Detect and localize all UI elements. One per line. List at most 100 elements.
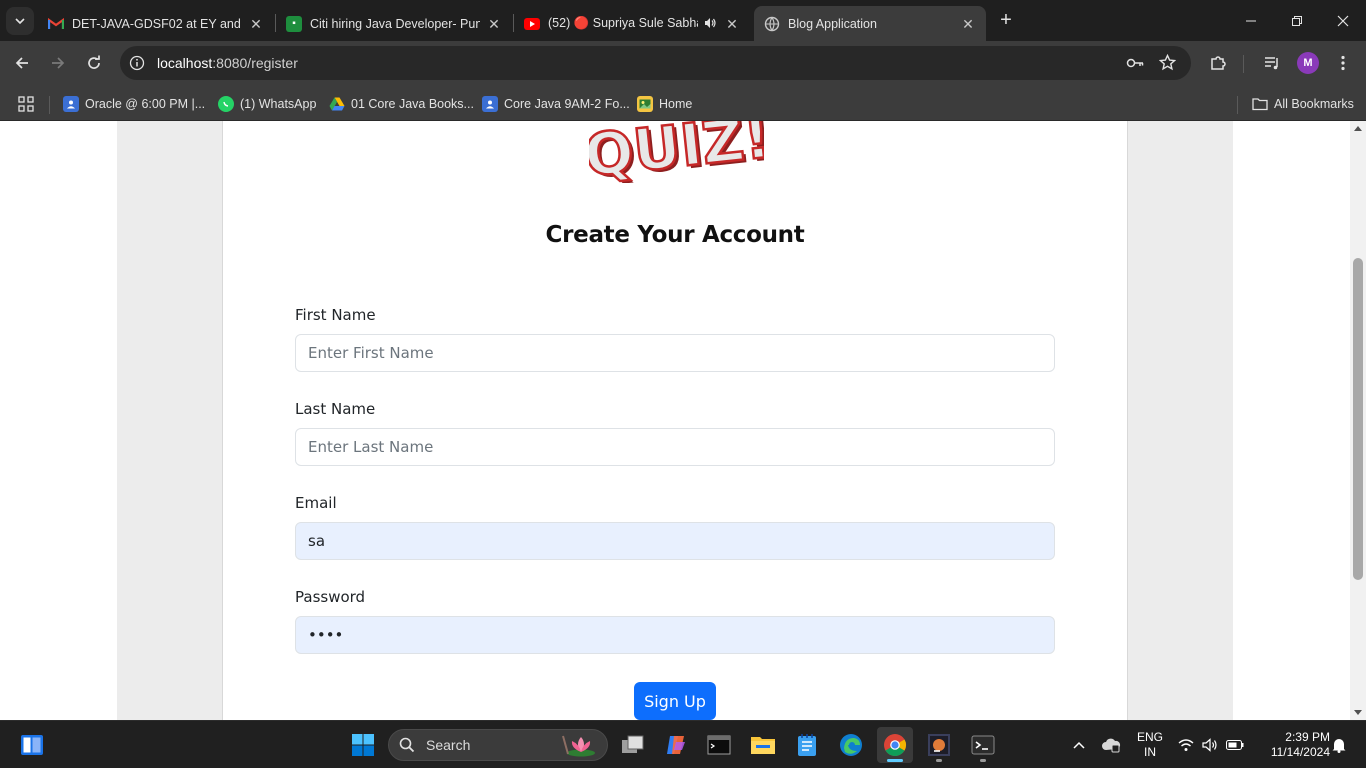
arrow-left-icon xyxy=(15,57,28,69)
bell-icon xyxy=(1332,739,1346,753)
gmail-icon xyxy=(48,16,64,32)
widgets-icon xyxy=(21,735,43,755)
copilot-button[interactable] xyxy=(658,727,694,763)
close-window-button[interactable] xyxy=(1320,0,1366,41)
clock-date: 11/14/2024 xyxy=(1270,745,1330,759)
new-tab-button[interactable]: + xyxy=(994,9,1018,33)
notepad-button[interactable] xyxy=(789,727,825,763)
youtube-icon xyxy=(524,16,540,32)
close-icon[interactable]: ✕ xyxy=(248,16,264,32)
region-code: IN xyxy=(1144,745,1156,759)
page-scrollbar[interactable] xyxy=(1350,121,1366,720)
folder-icon xyxy=(751,737,775,754)
toolbar-divider xyxy=(1243,55,1244,73)
scrollbar-thumb[interactable] xyxy=(1353,258,1363,580)
extensions-button[interactable] xyxy=(1204,49,1232,77)
battery-icon xyxy=(1226,740,1244,750)
restore-button[interactable] xyxy=(1274,0,1320,41)
edge-icon xyxy=(840,734,862,756)
lotus-icon xyxy=(562,735,595,757)
close-icon[interactable]: ✕ xyxy=(486,16,502,32)
close-icon[interactable]: ✕ xyxy=(960,16,976,32)
address-bar[interactable]: localhost:8080/register xyxy=(120,46,1191,80)
profile-avatar[interactable]: M xyxy=(1297,52,1319,74)
start-button[interactable] xyxy=(345,727,381,763)
last-name-input[interactable] xyxy=(295,428,1055,466)
show-hidden-icons-button[interactable] xyxy=(1063,727,1095,763)
drive-icon xyxy=(329,96,345,112)
email-label: Email xyxy=(295,494,337,512)
apps-button[interactable] xyxy=(18,92,34,116)
contact-icon xyxy=(63,96,79,112)
puzzle-icon xyxy=(1211,56,1226,70)
quick-settings-button[interactable] xyxy=(1173,727,1249,763)
contact-icon xyxy=(482,96,498,112)
password-key-icon[interactable] xyxy=(1126,55,1144,71)
forward-button[interactable] xyxy=(44,49,72,77)
password-input[interactable] xyxy=(295,616,1055,654)
minimize-button[interactable] xyxy=(1228,0,1274,41)
globe-icon xyxy=(764,16,780,32)
sign-up-button[interactable]: Sign Up xyxy=(634,682,716,720)
chrome-button[interactable] xyxy=(877,727,913,763)
intellij-button[interactable] xyxy=(921,727,957,763)
clock[interactable]: 2:39 PM 11/14/2024 xyxy=(1254,730,1330,760)
search-label: Search xyxy=(426,737,471,753)
tab-youtube[interactable]: (52) 🔴 Supriya Sule Sabha ✕ xyxy=(514,6,750,41)
first-name-label: First Name xyxy=(295,306,376,324)
bookmark-whatsapp[interactable]: (1) WhatsApp xyxy=(218,92,316,116)
reload-icon xyxy=(88,55,100,69)
tab-strip: DET-JAVA-GDSF02 at EY and 9 r ✕ ▪ Citi h… xyxy=(0,0,1366,41)
widgets-button[interactable] xyxy=(14,727,50,763)
tab-citi[interactable]: ▪ Citi hiring Java Developer- Pune ✕ xyxy=(276,6,512,41)
task-view-icon xyxy=(622,735,644,753)
kebab-menu-icon xyxy=(1341,55,1345,71)
bookmark-label: Home xyxy=(659,97,693,111)
bookmarks-divider xyxy=(49,96,50,114)
bookmark-label: Oracle @ 6:00 PM |... xyxy=(85,97,206,111)
bookmark-core-java-9am[interactable]: Core Java 9AM-2 Fo... xyxy=(482,92,630,116)
url-text[interactable]: localhost:8080/register xyxy=(157,55,298,71)
first-name-input[interactable] xyxy=(295,334,1055,372)
terminal-app-button[interactable] xyxy=(701,727,737,763)
language-code: ENG xyxy=(1136,730,1163,744)
email-input[interactable] xyxy=(295,522,1055,560)
all-bookmarks-button[interactable]: All Bookmarks xyxy=(1252,92,1354,116)
onedrive-button[interactable] xyxy=(1095,727,1127,763)
taskbar-search[interactable]: Search xyxy=(388,729,608,761)
url-path: :8080/register xyxy=(212,55,298,71)
page-title: Create Your Account xyxy=(545,222,805,248)
music-queue-icon xyxy=(1265,57,1278,70)
bookmark-core-java-books[interactable]: 01 Core Java Books... xyxy=(329,92,474,116)
windows-terminal-button[interactable] xyxy=(965,727,1001,763)
tab-search-button[interactable] xyxy=(6,7,34,35)
edge-button[interactable] xyxy=(833,727,869,763)
speaker-icon[interactable] xyxy=(702,16,718,32)
reload-button[interactable] xyxy=(80,49,108,77)
scroll-up-arrow-icon[interactable] xyxy=(1354,126,1362,131)
notifications-button[interactable] xyxy=(1328,727,1350,763)
star-icon[interactable] xyxy=(1159,54,1176,71)
bookmark-home[interactable]: Home xyxy=(637,92,692,116)
tab-gmail[interactable]: DET-JAVA-GDSF02 at EY and 9 r ✕ xyxy=(38,6,274,41)
scroll-down-arrow-icon[interactable] xyxy=(1354,710,1362,715)
tab-blog-application[interactable]: Blog Application ✕ xyxy=(754,6,986,41)
bookmarks-divider xyxy=(1237,96,1238,114)
input-language-indicator[interactable]: ENG IN xyxy=(1132,730,1168,760)
bookmark-oracle[interactable]: Oracle @ 6:00 PM |... xyxy=(63,92,205,116)
running-indicator xyxy=(980,759,986,762)
close-icon[interactable]: ✕ xyxy=(724,16,740,32)
tab-title: Blog Application xyxy=(788,16,877,31)
search-icon xyxy=(399,737,415,753)
folder-icon xyxy=(1252,96,1268,112)
bookmark-label: 01 Core Java Books... xyxy=(351,97,474,111)
notepad-icon xyxy=(798,734,816,756)
browser-menu-button[interactable] xyxy=(1329,49,1357,77)
bookmark-label: Core Java 9AM-2 Fo... xyxy=(504,97,630,111)
task-view-button[interactable] xyxy=(615,727,651,763)
back-button[interactable] xyxy=(8,49,36,77)
site-info-icon[interactable] xyxy=(129,55,145,71)
url-host: localhost xyxy=(157,55,213,71)
media-control-button[interactable] xyxy=(1258,49,1286,77)
file-explorer-button[interactable] xyxy=(745,727,781,763)
